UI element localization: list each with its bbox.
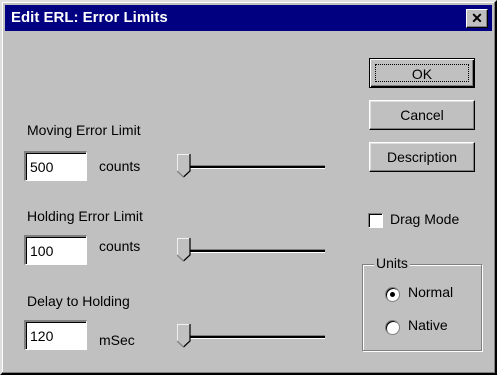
cancel-button-label: Cancel <box>400 107 444 123</box>
title-bar[interactable]: Edit ERL: Error Limits ✕ <box>5 5 492 31</box>
description-button-label: Description <box>386 149 458 165</box>
moving-error-limit-label: Moving Error Limit <box>27 122 141 138</box>
units-group: Units Normal Native <box>362 255 482 351</box>
moving-error-limit-unit: counts <box>99 158 141 174</box>
slider-track <box>179 165 325 169</box>
moving-error-limit-input[interactable] <box>27 155 84 179</box>
units-normal-radio[interactable] <box>385 287 400 302</box>
holding-error-limit-slider[interactable] <box>175 234 325 268</box>
drag-mode-label[interactable]: Drag Mode <box>390 211 459 227</box>
units-native-radio[interactable] <box>385 320 400 335</box>
dialog-title: Edit ERL: Error Limits <box>11 9 168 26</box>
delay-to-holding-label: Delay to Holding <box>27 293 130 309</box>
slider-thumb[interactable] <box>177 238 191 262</box>
delay-to-holding-slider[interactable] <box>175 320 325 354</box>
slider-track <box>179 249 325 253</box>
holding-error-limit-field[interactable] <box>24 235 87 265</box>
units-normal-label[interactable]: Normal <box>408 284 453 300</box>
ok-button[interactable]: OK <box>369 58 475 88</box>
holding-error-limit-input[interactable] <box>27 239 84 263</box>
holding-error-limit-unit: counts <box>99 238 141 254</box>
holding-error-limit-label: Holding Error Limit <box>27 208 143 224</box>
slider-thumb[interactable] <box>177 154 191 178</box>
moving-error-limit-field[interactable] <box>24 151 87 181</box>
cancel-button[interactable]: Cancel <box>369 100 475 130</box>
delay-to-holding-field[interactable] <box>24 320 87 350</box>
drag-mode-checkbox[interactable] <box>368 213 383 228</box>
edit-erl-dialog: Edit ERL: Error Limits ✕ Moving Error Li… <box>0 0 497 375</box>
slider-track <box>179 335 325 339</box>
description-button[interactable]: Description <box>369 142 475 172</box>
slider-thumb[interactable] <box>177 324 191 348</box>
delay-to-holding-input[interactable] <box>27 324 84 348</box>
units-native-label[interactable]: Native <box>408 317 448 333</box>
close-icon: ✕ <box>471 10 483 26</box>
ok-button-label: OK <box>375 64 469 82</box>
delay-to-holding-unit: mSec <box>99 332 135 348</box>
close-button[interactable]: ✕ <box>466 9 488 28</box>
units-group-label: Units <box>374 255 410 271</box>
moving-error-limit-slider[interactable] <box>175 150 325 184</box>
radio-selected-dot <box>390 292 395 297</box>
